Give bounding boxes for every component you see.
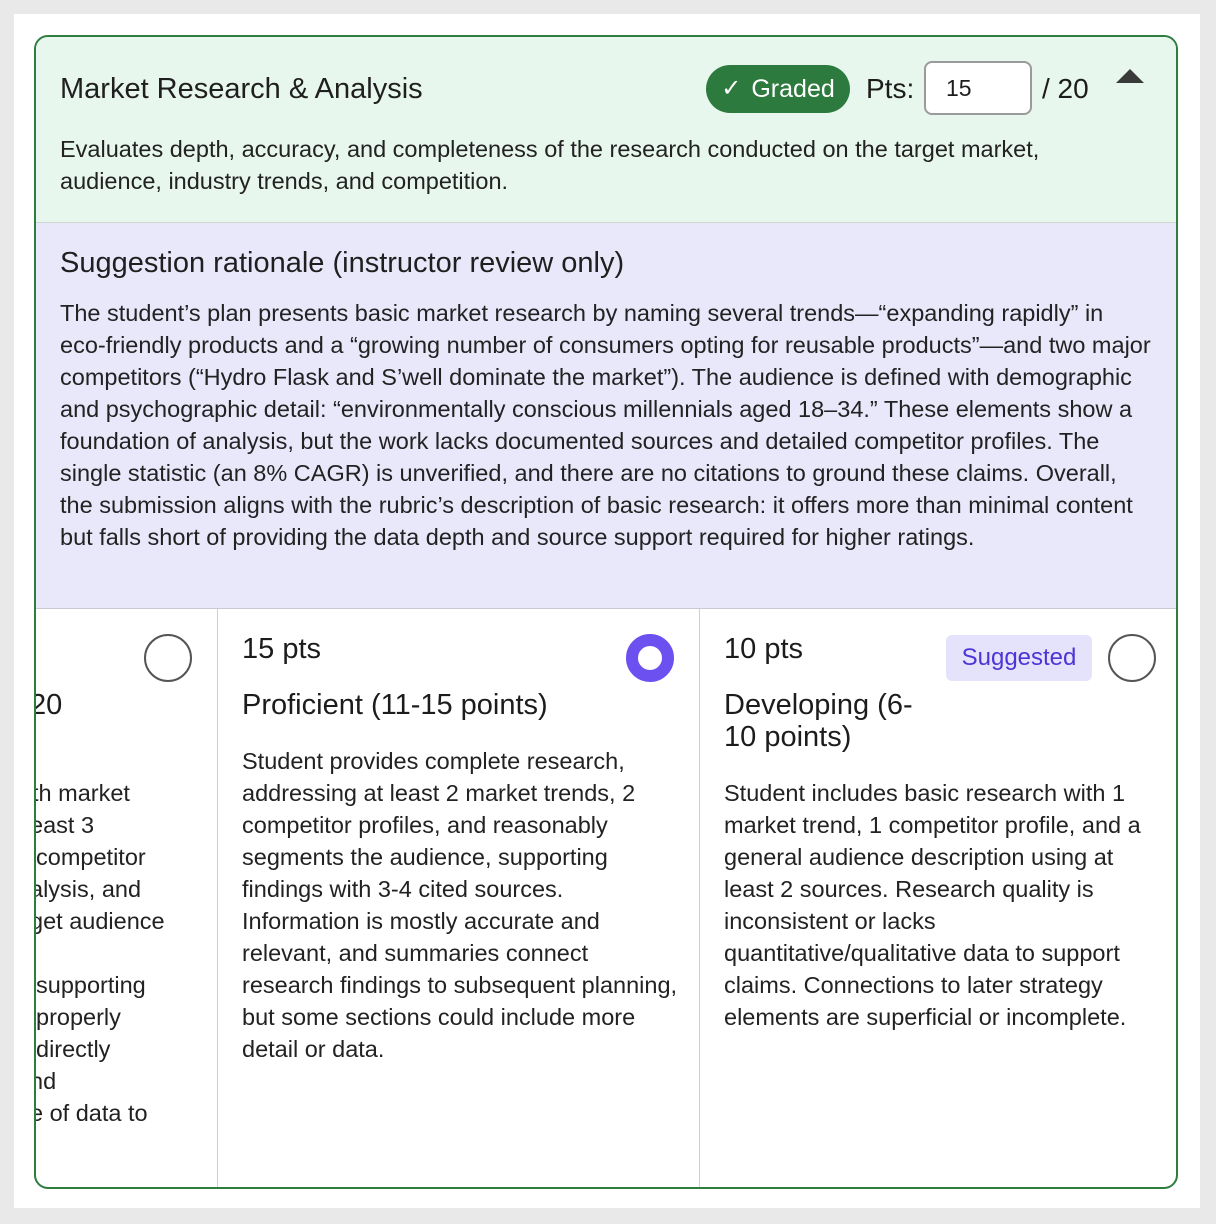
rationale-text: The student’s plan presents basic market… <box>60 300 1151 550</box>
level-text-fragment: alysis, and <box>36 876 142 902</box>
level-developing[interactable]: 10 pts Suggested Developing (6-10 points… <box>700 609 1176 1187</box>
chevron-up-icon[interactable] <box>1116 69 1144 83</box>
level-description: Student provides complete research, addr… <box>242 748 678 1062</box>
level-text-fragment: e of data to <box>36 1100 148 1126</box>
level-title: Proficient (11-15 points) <box>242 689 548 721</box>
level-points: 10 pts <box>724 633 803 665</box>
criterion-title: Market Research & Analysis <box>60 73 423 105</box>
level-title-fragment: 20 <box>36 689 63 721</box>
level-radio[interactable] <box>144 634 192 682</box>
level-text-fragment: directly <box>36 1036 111 1062</box>
graded-badge: ✓ Graded <box>706 65 850 113</box>
graded-badge-label: Graded <box>751 74 835 103</box>
suggestion-rationale-panel: Suggestion rationale (instructor review … <box>36 223 1176 609</box>
level-radio-selected[interactable] <box>626 634 674 682</box>
check-icon: ✓ <box>721 75 742 102</box>
level-radio[interactable] <box>1108 634 1156 682</box>
level-text-fragment: th market <box>36 780 130 806</box>
level-text-fragment: nd <box>36 1068 57 1094</box>
rationale-title: Suggestion rationale (instructor review … <box>60 247 625 279</box>
suggested-badge: Suggested <box>946 635 1092 681</box>
level-text-fragment: competitor <box>36 844 146 870</box>
level-title: Developing (6-10 points) <box>724 689 913 753</box>
points-input[interactable] <box>924 61 1032 115</box>
criterion-header: Market Research & Analysis ✓ Graded Pts:… <box>36 37 1176 223</box>
criterion-description: Evaluates depth, accuracy, and completen… <box>60 136 1040 194</box>
level-text-fragment: properly <box>36 1004 121 1030</box>
level-points: 15 pts <box>242 633 321 665</box>
level-proficient[interactable]: 15 pts Proficient (11-15 points) Student… <box>218 609 700 1187</box>
screenshot-frame: Market Research & Analysis ✓ Graded Pts:… <box>14 14 1200 1208</box>
level-text-fragment: get audience <box>36 908 165 934</box>
points-total: / 20 <box>1042 73 1089 104</box>
points-label: Pts: <box>866 73 915 104</box>
level-exemplary-partial[interactable]: 20 th market east 3 competitor alysis, a… <box>36 609 218 1187</box>
level-text-fragment: east 3 <box>36 812 95 838</box>
level-text-fragment: supporting <box>36 972 146 998</box>
rubric-criterion-card: Market Research & Analysis ✓ Graded Pts:… <box>34 35 1178 1189</box>
level-description: Student includes basic research with 1 m… <box>724 780 1141 1030</box>
rating-levels: 20 th market east 3 competitor alysis, a… <box>36 609 1176 1187</box>
